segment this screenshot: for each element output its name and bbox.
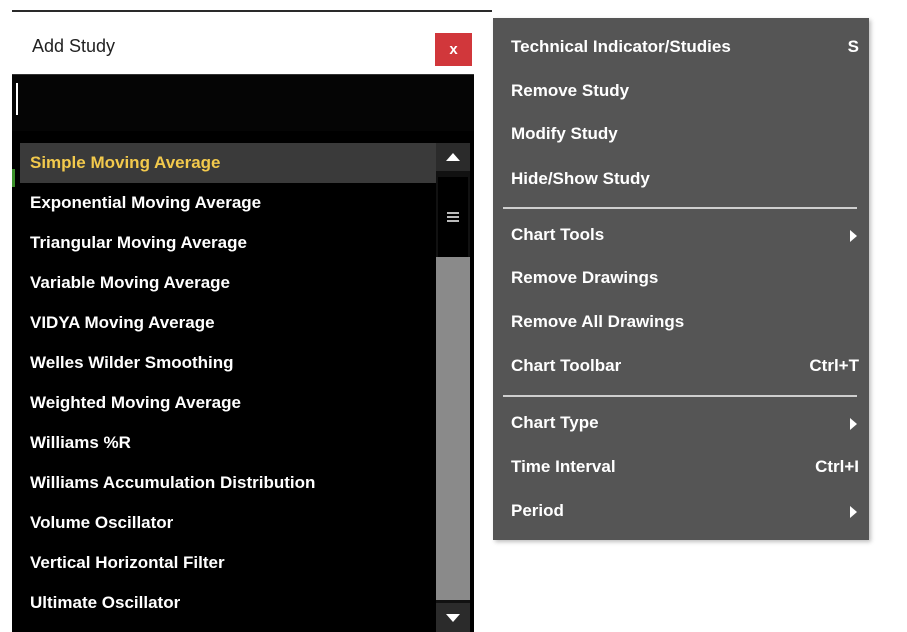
chart-context-menu: Technical Indicator/Studies S Remove Stu… [493,18,869,540]
study-item-vertical-horizontal-filter[interactable]: Vertical Horizontal Filter [20,543,436,583]
study-list-scrollbar[interactable] [436,143,470,632]
menu-item-modify-study[interactable]: Modify Study [493,113,869,157]
selection-accent [12,169,15,187]
add-study-dialog: Add Study x Simple Moving Average Expone… [12,12,474,632]
menu-item-chart-toolbar[interactable]: Chart Toolbar Ctrl+T [493,345,869,389]
study-item-exponential-moving-average[interactable]: Exponential Moving Average [20,183,436,223]
dialog-header: Add Study x [12,12,474,74]
menu-item-label: Remove All Drawings [511,312,685,331]
study-item-williams-r[interactable]: Williams %R [20,423,436,463]
submenu-arrow-icon [850,506,857,518]
menu-item-label: Chart Tools [511,225,605,244]
menu-item-shortcut: Ctrl+T [809,356,859,375]
menu-item-shortcut: S [847,37,859,56]
menu-item-period[interactable]: Period [493,490,869,534]
menu-separator [503,207,857,209]
menu-item-chart-type[interactable]: Chart Type [493,402,869,446]
study-item-welles-wilder-smoothing[interactable]: Welles Wilder Smoothing [20,343,436,383]
menu-item-label: Remove Drawings [511,268,659,287]
study-item-variable-moving-average[interactable]: Variable Moving Average [20,263,436,303]
study-item-simple-moving-average[interactable]: Simple Moving Average [20,143,436,183]
submenu-arrow-icon [850,418,857,430]
menu-item-hide-show-study[interactable]: Hide/Show Study [493,158,869,202]
chevron-up-icon [446,153,460,161]
grip-icon [447,210,459,224]
study-item-weighted-moving-average[interactable]: Weighted Moving Average [20,383,436,423]
menu-item-label: Modify Study [511,124,618,143]
menu-item-remove-drawings[interactable]: Remove Drawings [493,257,869,301]
scroll-track[interactable] [436,257,470,600]
dialog-title: Add Study [32,36,116,56]
menu-item-label: Chart Toolbar [511,356,622,375]
study-item-ultimate-oscillator[interactable]: Ultimate Oscillator [20,583,436,623]
menu-item-label: Hide/Show Study [511,169,650,188]
study-list: Simple Moving Average Exponential Moving… [20,143,436,632]
menu-item-label: Chart Type [511,413,599,432]
study-search-bar [12,74,474,132]
menu-separator [503,395,857,397]
menu-item-label: Remove Study [511,81,630,100]
study-list-container: Simple Moving Average Exponential Moving… [12,131,474,632]
menu-item-label: Time Interval [511,457,616,476]
study-item-volume-oscillator[interactable]: Volume Oscillator [20,503,436,543]
scroll-up-button[interactable] [436,143,470,171]
menu-item-technical-indicator-studies[interactable]: Technical Indicator/Studies S [493,26,869,70]
menu-item-time-interval[interactable]: Time Interval Ctrl+I [493,446,869,490]
menu-item-label: Period [511,501,564,520]
submenu-arrow-icon [850,230,857,242]
scroll-down-button[interactable] [436,603,470,632]
close-button[interactable]: x [435,33,472,66]
study-item-williams-accumulation-distribution[interactable]: Williams Accumulation Distribution [20,463,436,503]
menu-item-shortcut: Ctrl+I [815,457,859,476]
menu-item-chart-tools[interactable]: Chart Tools [493,214,869,258]
menu-item-label: Technical Indicator/Studies [511,37,731,56]
scroll-thumb[interactable] [438,177,468,257]
chevron-down-icon [446,613,460,622]
close-icon: x [449,41,458,58]
study-search-input[interactable] [16,83,464,115]
menu-item-remove-study[interactable]: Remove Study [493,70,869,114]
menu-item-remove-all-drawings[interactable]: Remove All Drawings [493,301,869,345]
study-item-triangular-moving-average[interactable]: Triangular Moving Average [20,223,436,263]
study-item-vidya-moving-average[interactable]: VIDYA Moving Average [20,303,436,343]
